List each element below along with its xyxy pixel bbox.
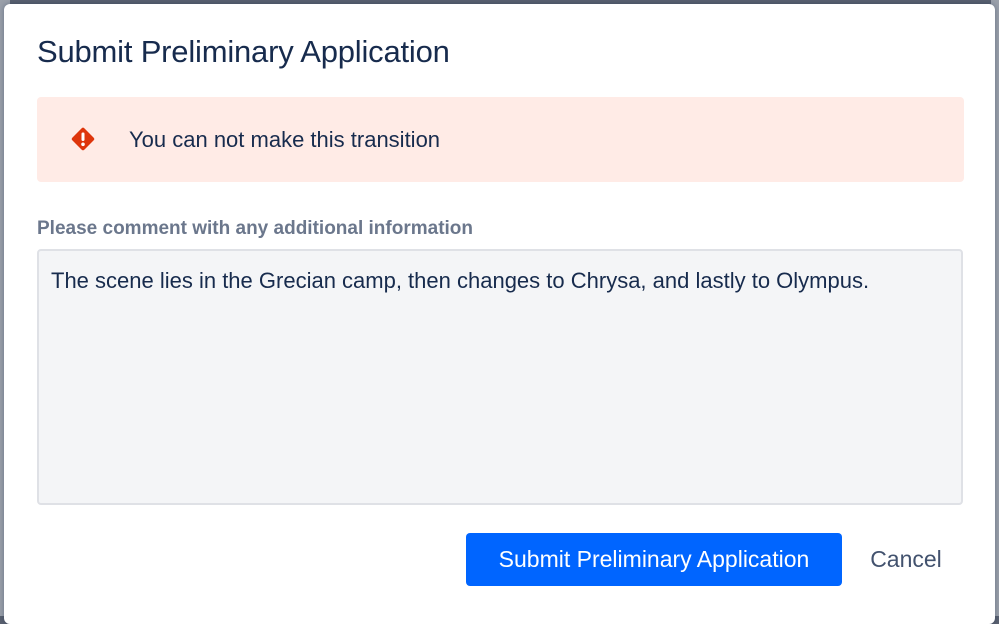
error-message: You can not make this transition: [129, 127, 441, 152]
submit-button[interactable]: Submit Preliminary Application: [466, 533, 842, 586]
comment-textarea[interactable]: The scene lies in the Grecian camp, then…: [37, 249, 963, 505]
error-icon: [68, 124, 98, 154]
transition-dialog: Submit Preliminary Application You can n…: [4, 4, 995, 624]
error-banner: You can not make this transition: [37, 97, 964, 182]
dialog-title: Submit Preliminary Application: [37, 34, 450, 69]
comment-label: Please comment with any additional infor…: [37, 218, 474, 239]
cancel-button[interactable]: Cancel: [854, 533, 958, 586]
